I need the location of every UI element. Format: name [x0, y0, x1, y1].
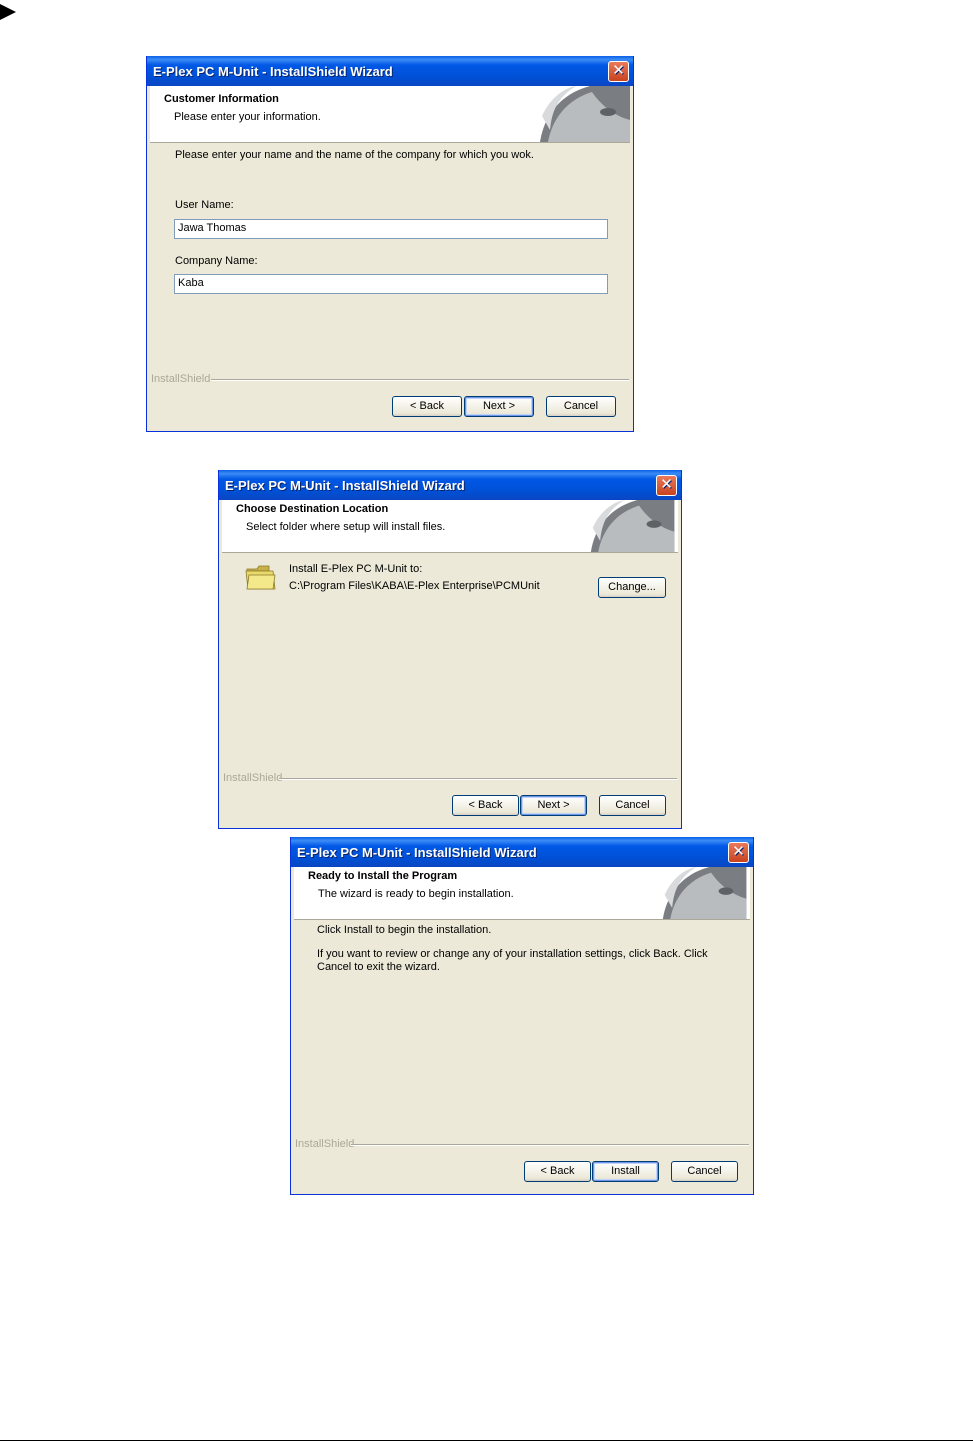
next-button[interactable]: Next >	[464, 396, 534, 417]
separator	[351, 1144, 749, 1146]
wizard-header: Ready to Install the Program The wizard …	[294, 867, 750, 920]
back-button[interactable]: < Back	[524, 1161, 591, 1182]
page-footer-rule	[0, 1440, 973, 1441]
cancel-button[interactable]: Cancel	[546, 396, 616, 417]
header-subtitle: Select folder where setup will install f…	[246, 521, 446, 533]
install-instruction: Click Install to begin the installation.	[317, 924, 492, 936]
installshield-logo-icon	[540, 86, 630, 142]
header-title: Choose Destination Location	[236, 503, 389, 515]
user-name-input[interactable]: Jawa Thomas	[174, 219, 608, 239]
next-button[interactable]: Next >	[520, 795, 587, 816]
back-button[interactable]: < Back	[452, 795, 519, 816]
separator	[211, 379, 629, 381]
window-title: E-Plex PC M-Unit - InstallShield Wizard	[225, 478, 465, 493]
cancel-button[interactable]: Cancel	[671, 1161, 738, 1182]
bullet-arrow-icon	[0, 4, 16, 20]
customer-info-dialog: E-Plex PC M-Unit - InstallShield Wizard …	[146, 56, 634, 432]
header-title: Customer Information	[164, 93, 279, 105]
ready-to-install-dialog: E-Plex PC M-Unit - InstallShield Wizard …	[290, 837, 754, 1195]
header-subtitle: Please enter your information.	[174, 111, 321, 123]
title-bar[interactable]: E-Plex PC M-Unit - InstallShield Wizard …	[291, 837, 753, 867]
folder-icon	[245, 565, 276, 590]
installshield-brand: InstallShield	[295, 1138, 355, 1150]
title-bar[interactable]: E-Plex PC M-Unit - InstallShield Wizard …	[147, 56, 633, 86]
header-title: Ready to Install the Program	[308, 870, 458, 882]
installshield-brand: InstallShield	[223, 772, 283, 784]
close-button[interactable]: ✕	[608, 61, 629, 82]
installshield-brand: InstallShield	[151, 373, 211, 385]
intro-text: Please enter your name and the name of t…	[175, 149, 534, 161]
separator	[279, 778, 677, 780]
company-name-input[interactable]: Kaba	[174, 274, 608, 294]
cancel-button[interactable]: Cancel	[599, 795, 666, 816]
install-path: C:\Program Files\KABA\E-Plex Enterprise\…	[289, 580, 540, 592]
installshield-logo-icon	[590, 500, 675, 552]
window-title: E-Plex PC M-Unit - InstallShield Wizard	[153, 64, 393, 79]
back-button[interactable]: < Back	[392, 396, 462, 417]
close-button[interactable]: ✕	[656, 475, 677, 496]
install-to-label: Install E-Plex PC M-Unit to:	[289, 563, 423, 575]
installshield-logo-icon	[662, 867, 747, 919]
install-button[interactable]: Install	[592, 1161, 659, 1182]
review-instruction: If you want to review or change any of y…	[317, 948, 708, 973]
company-name-label: Company Name:	[175, 255, 258, 267]
wizard-header: Customer Information Please enter your i…	[150, 86, 630, 143]
destination-dialog: E-Plex PC M-Unit - InstallShield Wizard …	[218, 470, 682, 829]
user-name-label: User Name:	[175, 199, 234, 211]
window-title: E-Plex PC M-Unit - InstallShield Wizard	[297, 845, 537, 860]
header-subtitle: The wizard is ready to begin installatio…	[318, 888, 514, 900]
title-bar[interactable]: E-Plex PC M-Unit - InstallShield Wizard …	[219, 470, 681, 500]
wizard-header: Choose Destination Location Select folde…	[222, 500, 678, 553]
close-button[interactable]: ✕	[728, 842, 749, 863]
change-button[interactable]: Change...	[598, 577, 666, 598]
